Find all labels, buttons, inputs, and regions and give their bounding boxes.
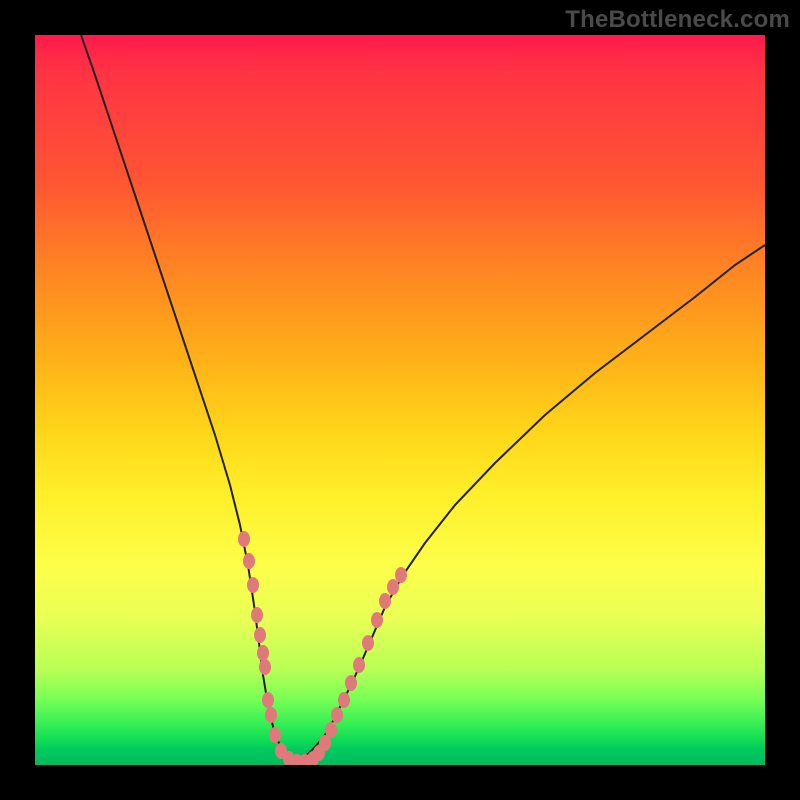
data-dot <box>254 627 266 643</box>
data-dot <box>362 635 374 651</box>
data-dot <box>238 531 250 547</box>
data-dot <box>262 692 274 708</box>
chart-container: TheBottleneck.com <box>0 0 800 800</box>
data-dot <box>331 707 343 723</box>
plot-area <box>35 35 765 765</box>
data-dot <box>269 727 281 743</box>
data-dot <box>353 657 365 673</box>
curve-svg <box>35 35 765 765</box>
data-dot <box>265 707 277 723</box>
data-dot <box>257 645 269 661</box>
data-dot <box>387 579 399 595</box>
data-dot <box>247 577 259 593</box>
bottleneck-curve-right <box>295 245 765 763</box>
branding-text: TheBottleneck.com <box>565 6 790 34</box>
data-dot <box>371 612 383 628</box>
data-dot <box>379 593 391 609</box>
data-dot <box>259 659 271 675</box>
data-dot <box>338 692 350 708</box>
data-dots <box>238 531 407 765</box>
data-dot <box>395 567 407 583</box>
data-dot <box>325 722 337 738</box>
data-dot <box>243 553 255 569</box>
data-dot <box>345 675 357 691</box>
data-dot <box>251 607 263 623</box>
